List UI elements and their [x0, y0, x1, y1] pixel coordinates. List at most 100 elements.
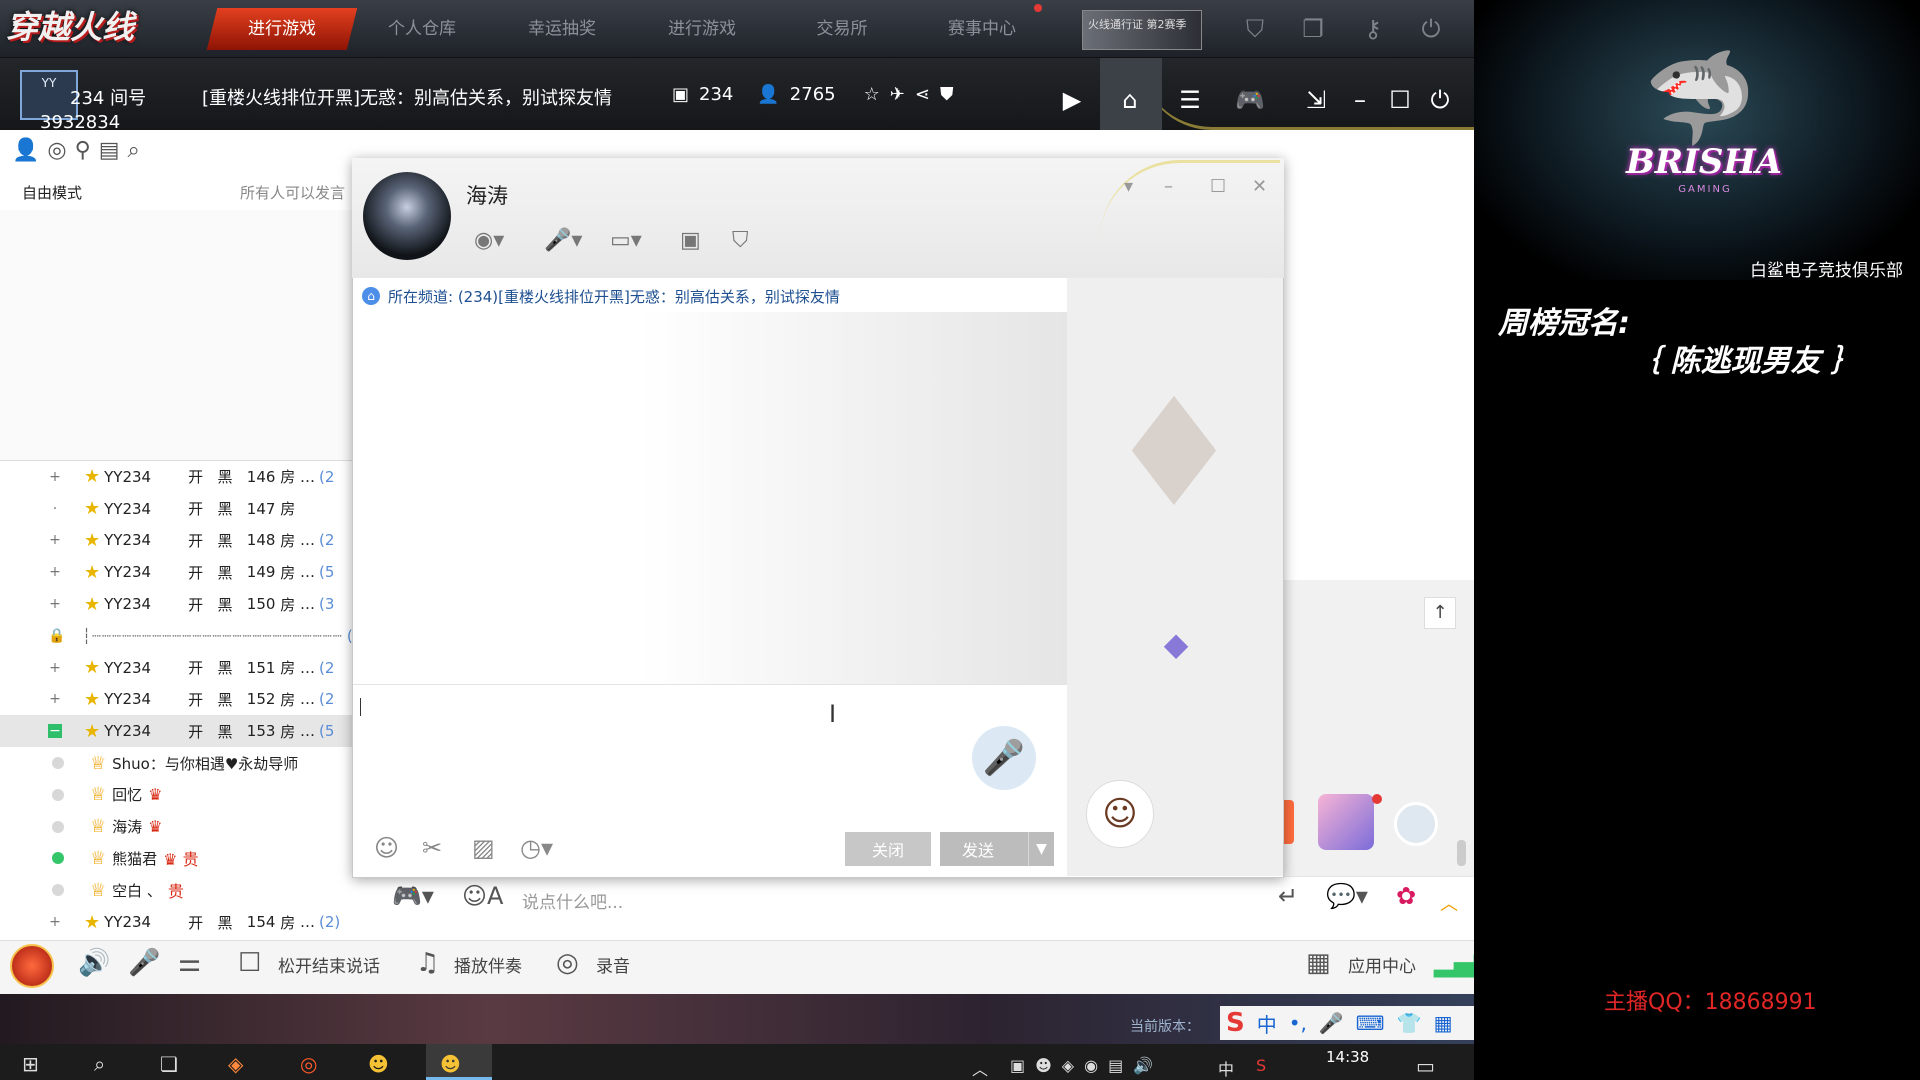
record-icon[interactable]: ◎: [556, 948, 579, 978]
microphone-icon[interactable]: 🎤: [128, 948, 160, 978]
enter-icon[interactable]: ↵: [1278, 882, 1298, 910]
scrollbar[interactable]: [1457, 840, 1466, 866]
minimize-icon[interactable]: –: [1340, 80, 1380, 120]
tray-sogou-icon[interactable]: S: [1256, 1056, 1266, 1075]
music-icon[interactable]: ♫: [416, 948, 439, 978]
emoji-icon[interactable]: ☺: [374, 834, 399, 862]
notification-icon[interactable]: ▭: [1416, 1054, 1435, 1078]
task-view-icon[interactable]: ❏: [160, 1052, 178, 1076]
close-button[interactable]: 关闭: [845, 832, 931, 866]
checkbox-icon[interactable]: ☐: [238, 948, 261, 978]
sogou-icon[interactable]: S: [1226, 1008, 1245, 1038]
user-row[interactable]: ♕ 熊猫君 ♛ 贵: [0, 843, 380, 875]
user-row[interactable]: ♕ 回忆 ♛: [0, 779, 380, 811]
tree-row[interactable]: + ★ YY234 开 黑 148 房 … (2: [0, 525, 380, 557]
list-icon[interactable]: ☰: [1170, 80, 1210, 120]
send-options-chevron-down-icon[interactable]: ▼: [1028, 832, 1054, 866]
tree-row[interactable]: + ★ YY234 开 黑 150 房 … (3: [0, 588, 380, 620]
tray-icons[interactable]: ▣☻◈◉▤🔊: [1010, 1056, 1163, 1075]
shield-icon[interactable]: ⛉: [1238, 12, 1272, 46]
windows-start-icon[interactable]: ⊞: [22, 1052, 39, 1076]
taskbar-clock[interactable]: 14:38: [1326, 1048, 1369, 1066]
badge-icon[interactable]: ⛊: [940, 84, 954, 105]
home-icon[interactable]: ⌂: [1110, 80, 1150, 120]
ime-mic-icon[interactable]: 🎤: [1319, 1011, 1344, 1035]
flower-icon[interactable]: ✿: [1396, 882, 1416, 910]
history-icon[interactable]: ◷▾: [520, 834, 553, 862]
contact-avatar[interactable]: [363, 172, 451, 260]
tree-row[interactable]: + ★ YY234 开 黑 151 房 … (2: [0, 652, 380, 684]
release-to-end-label[interactable]: 松开结束说话: [278, 952, 380, 977]
search-icon[interactable]: ⌕: [94, 1052, 105, 1076]
close-icon[interactable]: ⏻: [1420, 80, 1460, 120]
maximize-icon[interactable]: ☐: [1210, 176, 1226, 197]
ime-chinese[interactable]: 中: [1257, 1009, 1277, 1038]
close-icon[interactable]: ✕: [1252, 176, 1267, 197]
skin-icon[interactable]: 👕: [1397, 1011, 1422, 1035]
chat-bubble-icon[interactable]: 💬▾: [1326, 882, 1368, 910]
treasure-icon[interactable]: [1318, 794, 1374, 850]
tab-event-center[interactable]: 赛事中心: [912, 8, 1052, 50]
play-accompaniment-button[interactable]: 播放伴奏: [454, 952, 522, 977]
maximize-icon[interactable]: ☐: [1380, 80, 1420, 120]
cf-app-icon[interactable]: ◎: [300, 1052, 317, 1076]
tree-row[interactable]: + ★ YY234 开 黑 154 房 … (2): [0, 906, 380, 938]
tray-ime[interactable]: 中: [1218, 1056, 1234, 1080]
font-style-icon[interactable]: ☺A: [462, 882, 503, 910]
user-level-badge[interactable]: [10, 944, 54, 988]
scroll-top-button[interactable]: ↑: [1424, 597, 1456, 629]
image-icon[interactable]: ▨: [472, 834, 495, 862]
plane-icon[interactable]: ✈: [890, 84, 905, 105]
tree-row[interactable]: · ★ YY234 开 黑 147 房: [0, 493, 380, 525]
yy-app-icon-active[interactable]: ☻: [440, 1052, 461, 1076]
tree-row[interactable]: + ★ YY234 开 黑 149 房 … (5: [0, 556, 380, 588]
scissors-icon[interactable]: ✂: [422, 834, 442, 862]
record-button[interactable]: 录音: [596, 952, 630, 977]
voice-call-icon[interactable]: 🎤▾: [544, 228, 582, 253]
tab-exchange[interactable]: 交易所: [772, 8, 912, 50]
minimize-icon[interactable]: –: [1164, 176, 1173, 197]
tab-play-game-2[interactable]: 进行游戏: [632, 8, 772, 50]
user-row[interactable]: ♕ 海涛 ♛: [0, 811, 380, 843]
settings-icon[interactable]: [1394, 802, 1438, 846]
keyboard-icon[interactable]: ⌨: [1356, 1011, 1385, 1035]
person-icon[interactable]: 👤: [12, 138, 39, 163]
game-icon[interactable]: 🎮▾: [392, 882, 434, 910]
location-icon[interactable]: ⚲: [75, 138, 91, 163]
battle-pass-badge[interactable]: 火线通行证 第2赛季: [1082, 10, 1202, 50]
tray-chevron-icon[interactable]: ︿: [972, 1056, 988, 1080]
public-chat-input[interactable]: 说点什么吧...: [522, 888, 623, 913]
tree-row-selected[interactable]: − ★ YY234 开 黑 153 房 … (5: [0, 715, 380, 748]
file-transfer-icon[interactable]: ▭▾: [610, 228, 642, 253]
share-icon[interactable]: ⋖: [915, 84, 930, 105]
notes-icon[interactable]: ▤: [99, 138, 120, 163]
ime-punct[interactable]: •,: [1289, 1011, 1307, 1035]
window-icon[interactable]: ❐: [1296, 12, 1330, 46]
video-icon[interactable]: ▶: [1052, 80, 1092, 120]
power-icon[interactable]: ⏻: [1414, 12, 1448, 46]
apps-icon[interactable]: ▦: [1434, 1011, 1453, 1035]
tree-row[interactable]: + ★ YY234 开 黑 152 房 … (2: [0, 684, 380, 716]
tree-row[interactable]: + ★ YY234 开 黑 146 房 … (2: [0, 461, 380, 493]
grid-icon[interactable]: ▦: [1306, 948, 1331, 978]
key-icon[interactable]: ⚷: [1356, 12, 1390, 46]
self-avatar[interactable]: ☺: [1086, 780, 1154, 848]
tab-personal-storage[interactable]: 个人仓库: [352, 8, 492, 50]
taskbar-app-icon[interactable]: ◈: [228, 1052, 243, 1076]
app-center-button[interactable]: 应用中心: [1348, 952, 1416, 977]
yy-app-icon[interactable]: ☻: [368, 1052, 389, 1076]
search-icon[interactable]: ⌕: [128, 138, 140, 163]
user-row[interactable]: ♕ 空白 、贵: [0, 874, 380, 906]
shield-icon[interactable]: ⛉: [732, 228, 749, 253]
gamepad-icon[interactable]: 🎮: [1230, 80, 1270, 120]
favorite-icon[interactable]: ☆: [864, 84, 880, 105]
user-row[interactable]: ♕ Shuo：与你相遇♥永劫导师: [0, 747, 380, 779]
dropdown-icon[interactable]: ▾: [1124, 176, 1133, 197]
camera-icon[interactable]: ◉▾: [474, 228, 504, 253]
minimize-to-tray-icon[interactable]: ⇲: [1296, 80, 1336, 120]
tab-lucky-draw[interactable]: 幸运抽奖: [492, 8, 632, 50]
channel-notice[interactable]: 所在频道: (234)[重楼火线排位开黑]无惑：别高估关系，别试探友情: [388, 286, 840, 307]
chat-icon[interactable]: ◎: [47, 138, 66, 163]
speaker-icon[interactable]: 🔊: [78, 948, 110, 978]
voice-input-button[interactable]: 🎤: [972, 726, 1036, 790]
